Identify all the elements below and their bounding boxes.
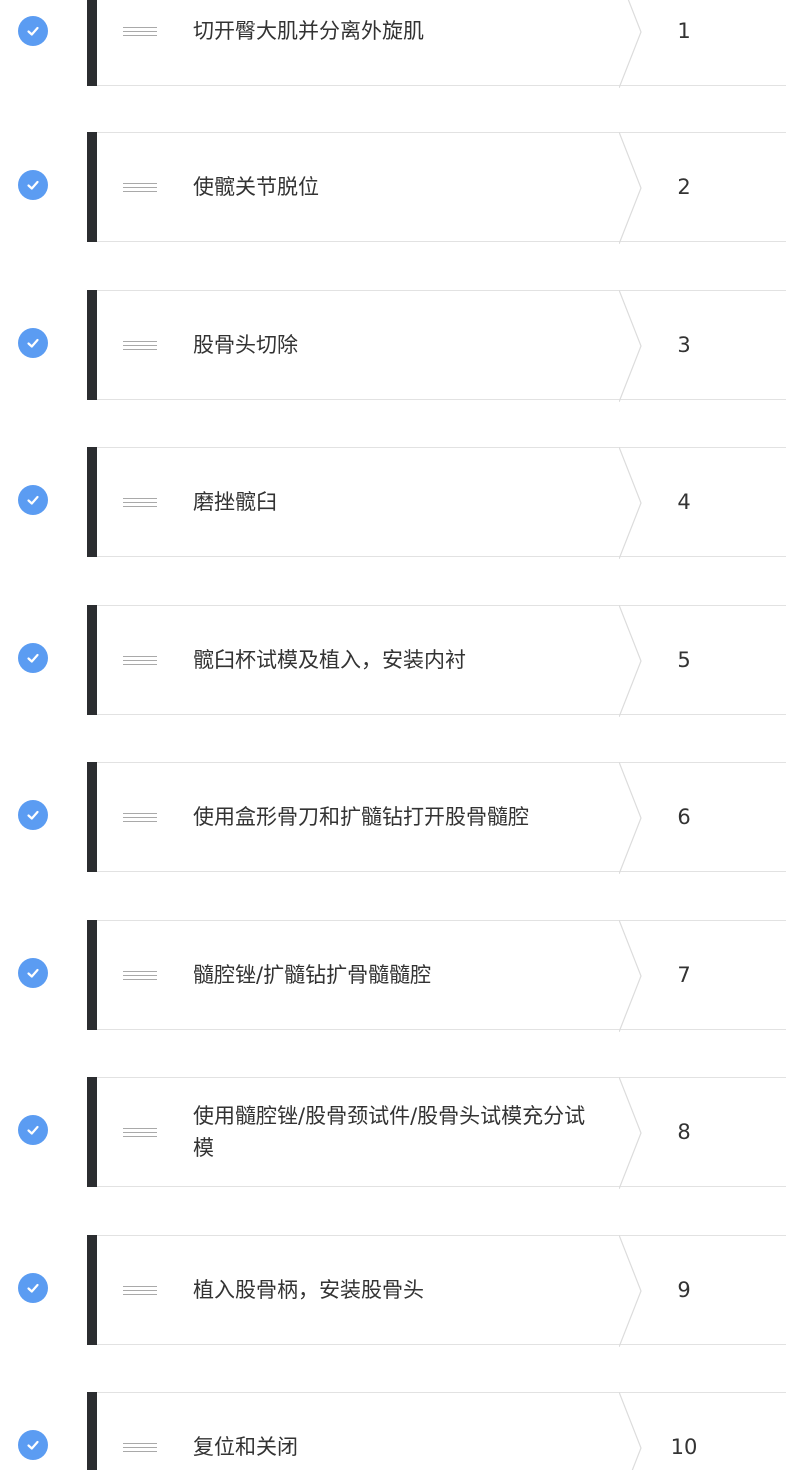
step-row-6[interactable]: 使用盒形骨刀和扩髓钻打开股骨髓腔 6	[0, 762, 786, 874]
step-number: 3	[677, 333, 691, 357]
chevron-right-icon	[619, 1235, 642, 1347]
drag-handle-icon[interactable]	[123, 183, 157, 192]
step-accent-bar	[87, 1077, 97, 1187]
check-circle-icon[interactable]	[18, 170, 48, 200]
step-card[interactable]: 复位和关闭 10	[87, 1392, 786, 1470]
step-number: 4	[677, 490, 691, 514]
step-accent-bar	[87, 447, 97, 557]
step-label: 磨挫髋臼	[193, 490, 277, 514]
step-row-10[interactable]: 复位和关闭 10	[0, 1392, 786, 1470]
step-row-8[interactable]: 使用髓腔锉/股骨颈试件/股骨头试模充分试模 8	[0, 1077, 786, 1189]
step-card[interactable]: 髋臼杯试模及植入，安装内衬 5	[87, 605, 786, 717]
step-card[interactable]: 切开臀大肌并分离外旋肌 1	[87, 0, 786, 88]
chevron-right-icon	[619, 0, 642, 88]
step-row-4[interactable]: 磨挫髋臼 4	[0, 447, 786, 559]
step-number: 9	[677, 1278, 691, 1302]
surgical-step-list: 切开臀大肌并分离外旋肌 1 使髋关节脱位 2 股骨头切除 3 磨挫髋臼 4 髋臼…	[0, 0, 786, 1470]
step-card[interactable]: 股骨头切除 3	[87, 290, 786, 402]
drag-handle-icon[interactable]	[123, 498, 157, 507]
step-number: 1	[677, 19, 691, 43]
step-accent-bar	[87, 1235, 97, 1345]
step-row-9[interactable]: 植入股骨柄，安装股骨头 9	[0, 1235, 786, 1347]
step-label: 使髋关节脱位	[193, 175, 319, 199]
check-circle-icon[interactable]	[18, 16, 48, 46]
chevron-right-icon	[619, 762, 642, 874]
chevron-right-icon	[619, 132, 642, 244]
chevron-right-icon	[619, 290, 642, 402]
step-accent-bar	[87, 132, 97, 242]
step-number: 8	[677, 1120, 691, 1144]
step-label: 植入股骨柄，安装股骨头	[193, 1278, 424, 1302]
step-row-5[interactable]: 髋臼杯试模及植入，安装内衬 5	[0, 605, 786, 717]
chevron-right-icon	[619, 1392, 642, 1470]
chevron-right-icon	[619, 447, 642, 559]
step-row-7[interactable]: 髓腔锉/扩髓钻扩骨髓髓腔 7	[0, 920, 786, 1032]
drag-handle-icon[interactable]	[123, 1443, 157, 1452]
step-card[interactable]: 使髋关节脱位 2	[87, 132, 786, 244]
step-card[interactable]: 植入股骨柄，安装股骨头 9	[87, 1235, 786, 1347]
step-card[interactable]: 髓腔锉/扩髓钻扩骨髓髓腔 7	[87, 920, 786, 1032]
step-number: 5	[677, 648, 691, 672]
chevron-right-icon	[619, 920, 642, 1032]
step-label: 髓腔锉/扩髓钻扩骨髓髓腔	[193, 963, 432, 987]
drag-handle-icon[interactable]	[123, 813, 157, 822]
step-number: 10	[670, 1435, 698, 1459]
step-accent-bar	[87, 920, 97, 1030]
step-card[interactable]: 磨挫髋臼 4	[87, 447, 786, 559]
step-label: 使用盒形骨刀和扩髓钻打开股骨髓腔	[193, 805, 529, 829]
step-number: 6	[677, 805, 691, 829]
step-number: 7	[677, 963, 691, 987]
drag-handle-icon[interactable]	[123, 971, 157, 980]
drag-handle-icon[interactable]	[123, 341, 157, 350]
step-label: 股骨头切除	[193, 333, 298, 357]
check-circle-icon[interactable]	[18, 328, 48, 358]
check-circle-icon[interactable]	[18, 800, 48, 830]
step-accent-bar	[87, 290, 97, 400]
step-accent-bar	[87, 605, 97, 715]
step-label: 髋臼杯试模及植入，安装内衬	[193, 648, 466, 672]
step-card[interactable]: 使用髓腔锉/股骨颈试件/股骨头试模充分试模 8	[87, 1077, 786, 1189]
step-row-1[interactable]: 切开臀大肌并分离外旋肌 1	[0, 0, 786, 88]
drag-handle-icon[interactable]	[123, 656, 157, 665]
drag-handle-icon[interactable]	[123, 1286, 157, 1295]
step-accent-bar	[87, 0, 97, 86]
check-circle-icon[interactable]	[18, 1115, 48, 1145]
step-label: 切开臀大肌并分离外旋肌	[193, 19, 424, 43]
step-label: 使用髓腔锉/股骨颈试件/股骨头试模充分试模	[193, 1104, 586, 1160]
step-row-2[interactable]: 使髋关节脱位 2	[0, 132, 786, 244]
check-circle-icon[interactable]	[18, 1273, 48, 1303]
step-accent-bar	[87, 1392, 97, 1470]
step-row-3[interactable]: 股骨头切除 3	[0, 290, 786, 402]
step-accent-bar	[87, 762, 97, 872]
check-circle-icon[interactable]	[18, 1430, 48, 1460]
chevron-right-icon	[619, 1077, 642, 1189]
check-circle-icon[interactable]	[18, 958, 48, 988]
drag-handle-icon[interactable]	[123, 27, 157, 36]
step-number: 2	[677, 175, 691, 199]
check-circle-icon[interactable]	[18, 485, 48, 515]
step-label: 复位和关闭	[193, 1435, 298, 1459]
drag-handle-icon[interactable]	[123, 1128, 157, 1137]
chevron-right-icon	[619, 605, 642, 717]
check-circle-icon[interactable]	[18, 643, 48, 673]
step-card[interactable]: 使用盒形骨刀和扩髓钻打开股骨髓腔 6	[87, 762, 786, 874]
